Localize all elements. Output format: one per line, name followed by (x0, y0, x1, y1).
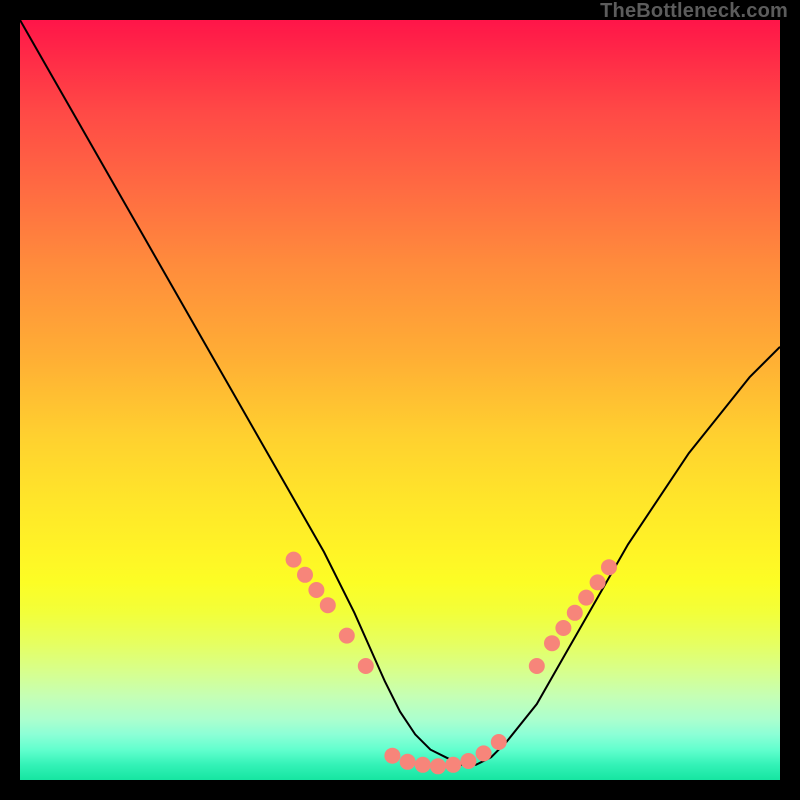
watermark-text: TheBottleneck.com (600, 0, 788, 23)
chart-container: TheBottleneck.com (0, 0, 800, 800)
plot-background (20, 20, 780, 780)
